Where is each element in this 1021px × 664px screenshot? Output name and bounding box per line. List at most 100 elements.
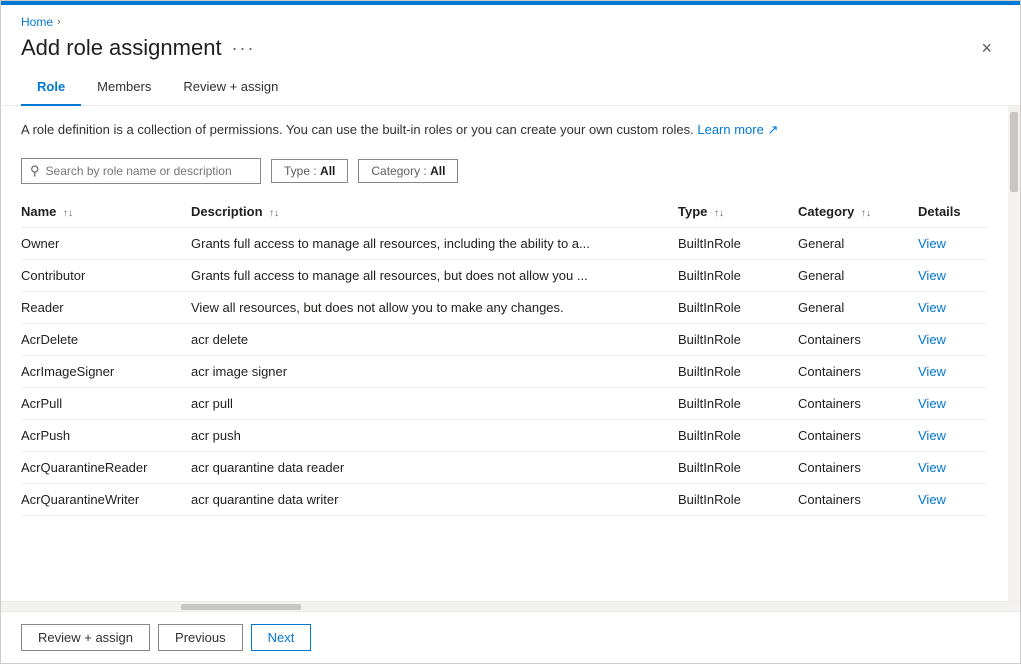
col-header-category[interactable]: Category ↑↓ xyxy=(798,196,918,228)
breadcrumb-chevron: › xyxy=(57,16,61,28)
cell-type: BuiltInRole xyxy=(678,259,798,291)
tab-members[interactable]: Members xyxy=(81,71,167,106)
table-row: Owner Grants full access to manage all r… xyxy=(21,227,988,259)
table-row: AcrDelete acr delete BuiltInRole Contain… xyxy=(21,323,988,355)
page-title-text: Add role assignment xyxy=(21,35,222,61)
cell-description: Grants full access to manage all resourc… xyxy=(191,259,678,291)
search-input[interactable] xyxy=(46,164,252,178)
review-assign-button[interactable]: Review + assign xyxy=(21,624,150,651)
cell-name[interactable]: AcrPush xyxy=(21,419,191,451)
tab-bar: Role Members Review + assign xyxy=(1,71,1020,106)
cell-view-link[interactable]: View xyxy=(918,323,988,355)
scrollbar-thumb[interactable] xyxy=(1010,112,1018,192)
cell-description: acr quarantine data writer xyxy=(191,483,678,515)
horizontal-scrollbar-area xyxy=(1,601,1020,611)
cell-description: acr pull xyxy=(191,387,678,419)
breadcrumb: Home › xyxy=(1,5,1020,29)
cell-name[interactable]: AcrQuarantineWriter xyxy=(21,483,191,515)
filter-bar: ⚲ Type : All Category : All xyxy=(1,150,1008,196)
type-filter-value: All xyxy=(320,164,335,178)
cell-description: Grants full access to manage all resourc… xyxy=(191,227,678,259)
cell-type: BuiltInRole xyxy=(678,387,798,419)
cell-description: acr delete xyxy=(191,323,678,355)
cell-name[interactable]: Owner xyxy=(21,227,191,259)
table-row: AcrQuarantineWriter acr quarantine data … xyxy=(21,483,988,515)
col-header-description[interactable]: Description ↑↓ xyxy=(191,196,678,228)
category-filter[interactable]: Category : All xyxy=(358,159,458,183)
description-text: A role definition is a collection of per… xyxy=(1,106,1008,150)
main-window: Home › Add role assignment ··· × Role Me… xyxy=(0,0,1021,664)
table-row: Reader View all resources, but does not … xyxy=(21,291,988,323)
cell-name[interactable]: AcrImageSigner xyxy=(21,355,191,387)
type-filter-label: Type : xyxy=(284,164,317,178)
roles-table: Name ↑↓ Description ↑↓ Type ↑↓ xyxy=(21,196,988,516)
cell-type: BuiltInRole xyxy=(678,227,798,259)
cell-view-link[interactable]: View xyxy=(918,291,988,323)
cell-view-link[interactable]: View xyxy=(918,483,988,515)
learn-more-link[interactable]: Learn more ↗ xyxy=(697,122,778,137)
tab-review-assign[interactable]: Review + assign xyxy=(167,71,294,106)
sort-cat-icon: ↑↓ xyxy=(861,208,871,219)
footer: Review + assign Previous Next xyxy=(1,611,1020,663)
cell-category: Containers xyxy=(798,355,918,387)
cell-type: BuiltInRole xyxy=(678,323,798,355)
cell-category: Containers xyxy=(798,387,918,419)
search-box: ⚲ xyxy=(21,158,261,184)
main-content: A role definition is a collection of per… xyxy=(1,106,1008,601)
page-header: Add role assignment ··· × xyxy=(1,29,1020,71)
cell-view-link[interactable]: View xyxy=(918,259,988,291)
cell-category: Containers xyxy=(798,451,918,483)
cell-category: General xyxy=(798,291,918,323)
next-button[interactable]: Next xyxy=(251,624,312,651)
table-row: AcrQuarantineReader acr quarantine data … xyxy=(21,451,988,483)
col-header-name[interactable]: Name ↑↓ xyxy=(21,196,191,228)
cell-view-link[interactable]: View xyxy=(918,227,988,259)
cell-category: Containers xyxy=(798,419,918,451)
col-header-details: Details xyxy=(918,196,988,228)
cell-type: BuiltInRole xyxy=(678,483,798,515)
category-filter-label: Category : xyxy=(371,164,426,178)
table-row: AcrImageSigner acr image signer BuiltInR… xyxy=(21,355,988,387)
table-row: AcrPush acr push BuiltInRole Containers … xyxy=(21,419,988,451)
cell-view-link[interactable]: View xyxy=(918,355,988,387)
cell-category: General xyxy=(798,259,918,291)
cell-view-link[interactable]: View xyxy=(918,451,988,483)
page-title: Add role assignment ··· xyxy=(21,35,256,61)
cell-type: BuiltInRole xyxy=(678,291,798,323)
ellipsis-menu[interactable]: ··· xyxy=(232,38,256,59)
cell-description: View all resources, but does not allow y… xyxy=(191,291,678,323)
cell-category: Containers xyxy=(798,323,918,355)
sort-type-icon: ↑↓ xyxy=(714,208,724,219)
cell-view-link[interactable]: View xyxy=(918,419,988,451)
type-filter[interactable]: Type : All xyxy=(271,159,348,183)
cell-type: BuiltInRole xyxy=(678,419,798,451)
cell-description: acr quarantine data reader xyxy=(191,451,678,483)
cell-name[interactable]: Reader xyxy=(21,291,191,323)
table-row: Contributor Grants full access to manage… xyxy=(21,259,988,291)
cell-type: BuiltInRole xyxy=(678,355,798,387)
cell-name[interactable]: Contributor xyxy=(21,259,191,291)
cell-name[interactable]: AcrPull xyxy=(21,387,191,419)
cell-type: BuiltInRole xyxy=(678,451,798,483)
close-button[interactable]: × xyxy=(973,35,1000,61)
cell-name[interactable]: AcrDelete xyxy=(21,323,191,355)
cell-description: acr image signer xyxy=(191,355,678,387)
cell-name[interactable]: AcrQuarantineReader xyxy=(21,451,191,483)
search-icon: ⚲ xyxy=(30,163,40,179)
col-header-type[interactable]: Type ↑↓ xyxy=(678,196,798,228)
table-row: AcrPull acr pull BuiltInRole Containers … xyxy=(21,387,988,419)
table-container: Name ↑↓ Description ↑↓ Type ↑↓ xyxy=(1,196,1008,602)
cell-category: Containers xyxy=(798,483,918,515)
cell-view-link[interactable]: View xyxy=(918,387,988,419)
sort-name-icon: ↑↓ xyxy=(63,208,73,219)
tab-role[interactable]: Role xyxy=(21,71,81,106)
cell-category: General xyxy=(798,227,918,259)
previous-button[interactable]: Previous xyxy=(158,624,243,651)
content-scroll-area: A role definition is a collection of per… xyxy=(1,106,1020,601)
horizontal-scrollbar-thumb[interactable] xyxy=(181,604,301,610)
sort-desc-icon: ↑↓ xyxy=(269,208,279,219)
cell-description: acr push xyxy=(191,419,678,451)
category-filter-value: All xyxy=(430,164,445,178)
breadcrumb-home[interactable]: Home xyxy=(21,15,53,29)
vertical-scrollbar[interactable] xyxy=(1008,106,1020,601)
